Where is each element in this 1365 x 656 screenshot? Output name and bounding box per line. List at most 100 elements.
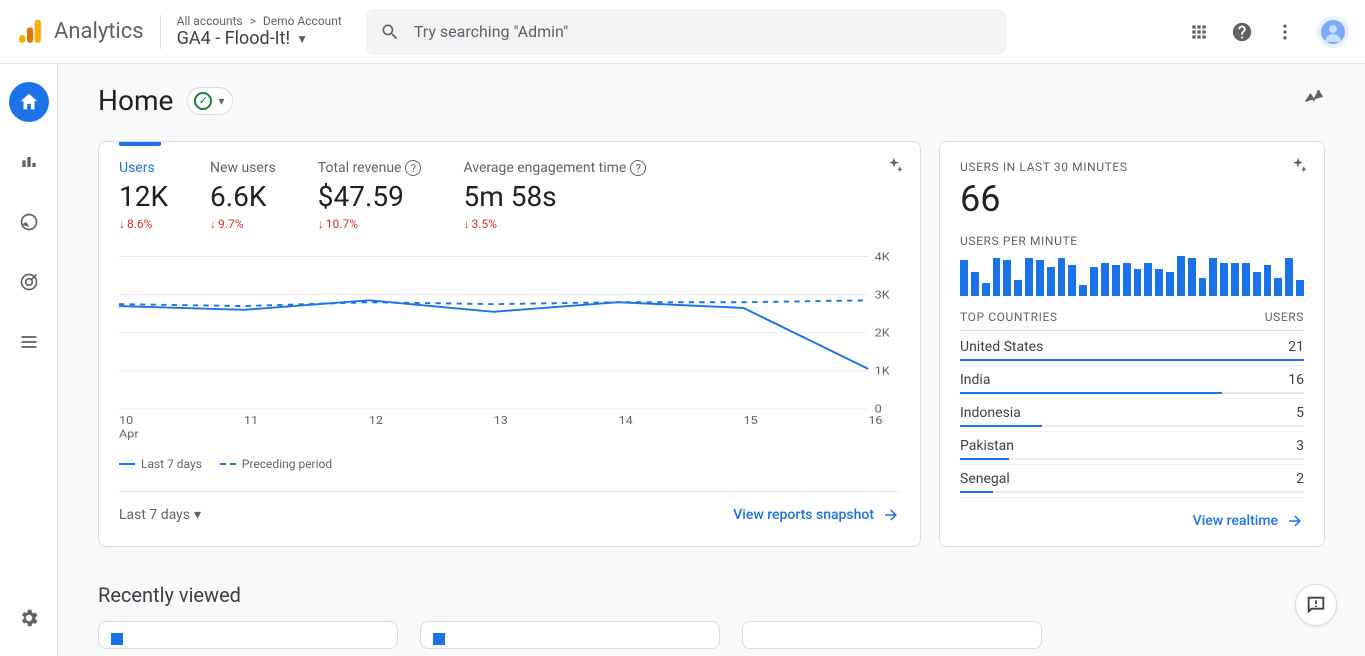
svg-text:Apr: Apr (119, 427, 139, 440)
info-icon[interactable]: ? (630, 160, 646, 176)
realtime-bar (1264, 265, 1272, 296)
active-tab-indicator (119, 142, 161, 146)
search-icon (380, 22, 400, 42)
realtime-bar (1079, 285, 1087, 296)
metric-total-revenue[interactable]: Total revenue?$47.59↓10.7% (318, 160, 422, 231)
account-avatar[interactable] (1317, 16, 1349, 48)
apps-icon[interactable] (1189, 22, 1209, 42)
svg-text:15: 15 (743, 414, 757, 427)
svg-text:10: 10 (119, 414, 133, 427)
realtime-title: USERS IN LAST 30 MINUTES (960, 160, 1304, 174)
search-input[interactable]: Try searching "Admin" (366, 9, 1006, 55)
nav-advertising[interactable] (9, 262, 49, 302)
info-icon[interactable]: ? (405, 160, 421, 176)
realtime-bar (1253, 272, 1261, 296)
country-row: Senegal 2 (960, 465, 1304, 498)
realtime-bar (1123, 263, 1131, 296)
more-vert-icon[interactable] (1275, 22, 1295, 42)
bar-chart-icon (19, 152, 39, 172)
date-range-picker[interactable]: Last 7 days▾ (119, 507, 201, 523)
metric-label: Users (119, 160, 168, 176)
realtime-bar (1047, 267, 1055, 296)
nav-explore[interactable] (9, 202, 49, 242)
svg-text:4K: 4K (875, 250, 891, 263)
account-breadcrumb: All accounts > Demo Account (177, 14, 342, 28)
nav-reports[interactable] (9, 142, 49, 182)
top-countries-header: TOP COUNTRIES (960, 310, 1058, 324)
users-header: USERS (1265, 310, 1304, 324)
separator (160, 15, 161, 49)
svg-text:13: 13 (494, 414, 508, 427)
arrow-right-icon (1286, 512, 1304, 530)
metric-label: Average engagement time? (463, 160, 646, 176)
nav-admin[interactable] (9, 598, 49, 638)
recent-card[interactable] (742, 621, 1042, 649)
country-users: 21 (1288, 339, 1304, 355)
realtime-bar (1155, 269, 1163, 296)
realtime-bar (1090, 267, 1098, 296)
sparkle-icon[interactable] (884, 156, 904, 176)
realtime-bar (1036, 260, 1044, 296)
realtime-subtitle: USERS PER MINUTE (960, 234, 1304, 248)
country-name: Senegal (960, 471, 1010, 487)
nav-configure[interactable] (9, 322, 49, 362)
recent-card[interactable] (420, 621, 720, 649)
realtime-bar (1220, 263, 1228, 296)
realtime-bar (1242, 263, 1250, 296)
metric-average-engagement-time[interactable]: Average engagement time?5m 58s↓3.5% (463, 160, 646, 231)
sparkle-icon[interactable] (1288, 156, 1308, 176)
country-users: 3 (1296, 438, 1304, 454)
property-name: GA4 - Flood-It! (177, 28, 290, 49)
realtime-bar (1112, 265, 1120, 296)
realtime-users-count: 66 (960, 178, 1304, 220)
insights-icon[interactable] (1303, 86, 1325, 108)
metric-label: New users (210, 160, 276, 176)
person-icon (1321, 20, 1345, 44)
realtime-bar (1231, 263, 1239, 296)
metric-users[interactable]: Users 12K ↓8.6% (119, 160, 168, 231)
metric-new-users[interactable]: New users6.6K↓9.7% (210, 160, 276, 231)
metric-label: Total revenue? (318, 160, 422, 176)
country-users: 5 (1296, 405, 1304, 421)
realtime-bar (960, 260, 968, 296)
realtime-bar (1209, 258, 1217, 296)
metric-value: 5m 58s (463, 180, 646, 213)
status-chip[interactable]: ✓ ▾ (187, 87, 233, 115)
chevron-down-icon: ▼ (296, 32, 308, 46)
realtime-bar (1274, 278, 1282, 296)
realtime-bar (1166, 272, 1174, 296)
view-reports-link[interactable]: View reports snapshot (733, 506, 900, 524)
nav-home[interactable] (9, 82, 49, 122)
svg-text:1K: 1K (875, 364, 891, 377)
svg-text:2K: 2K (875, 326, 891, 339)
svg-text:11: 11 (244, 414, 258, 427)
realtime-bar (1188, 258, 1196, 296)
realtime-bar (1285, 258, 1293, 296)
account-switcher[interactable]: All accounts > Demo Account GA4 - Flood-… (177, 14, 342, 49)
metric-delta: ↓9.7% (210, 217, 276, 231)
realtime-bar (1296, 280, 1304, 296)
feedback-button[interactable] (1295, 584, 1337, 626)
realtime-bar (1068, 265, 1076, 296)
metric-delta: ↓8.6% (119, 217, 168, 231)
svg-text:16: 16 (868, 414, 882, 427)
realtime-bar (1199, 278, 1207, 296)
users-line-chart: 01K2K3K4K10111213141516Apr (119, 247, 900, 451)
svg-text:14: 14 (619, 414, 633, 427)
country-users: 2 (1296, 471, 1304, 487)
country-users: 16 (1288, 372, 1304, 388)
svg-text:12: 12 (369, 414, 383, 427)
product-logo-block[interactable]: Analytics (16, 18, 144, 46)
svg-text:3K: 3K (875, 288, 891, 301)
realtime-bar (1177, 256, 1185, 296)
help-icon[interactable] (1231, 21, 1253, 43)
realtime-bar (982, 283, 990, 296)
metric-value: 12K (119, 180, 168, 213)
recent-card[interactable] (98, 621, 398, 649)
metric-delta: ↓10.7% (318, 217, 422, 231)
view-realtime-link[interactable]: View realtime (1193, 512, 1304, 530)
content-area: Home ✓ ▾ Users12K↓8.6%New users6.6K↓9.7%… (58, 64, 1365, 656)
left-nav (0, 64, 58, 656)
target-icon (19, 272, 39, 292)
overview-card: Users 12K ↓8.6% New users6.6K↓9.7% Total rev… (98, 141, 921, 547)
